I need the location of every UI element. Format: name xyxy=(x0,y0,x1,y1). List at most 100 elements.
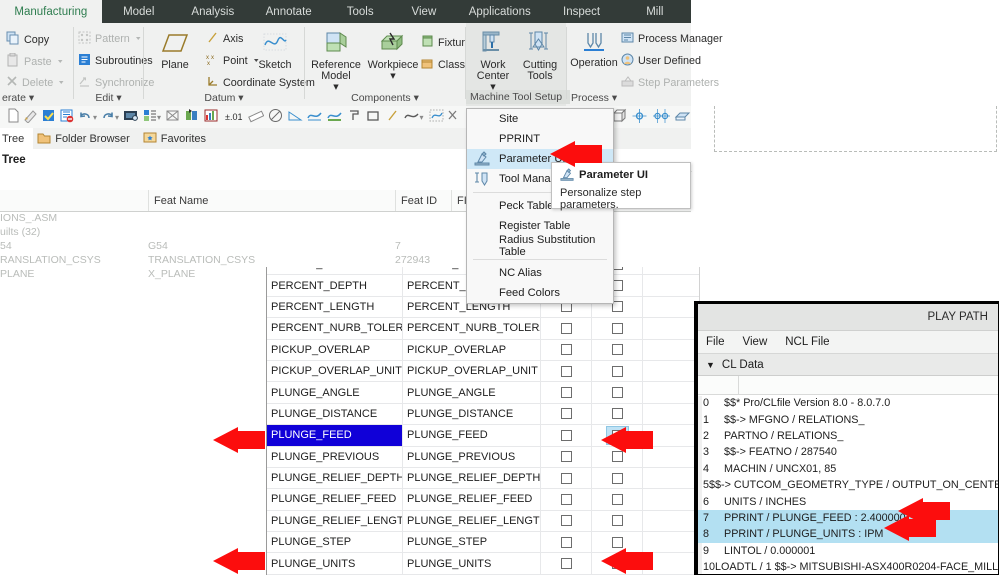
tree-col-name[interactable] xyxy=(0,190,148,211)
reference-model-button[interactable]: Reference Model ▾ xyxy=(307,29,365,93)
parameter-checkbox-cell-2[interactable] xyxy=(592,339,643,360)
deselect-icon[interactable] xyxy=(447,108,459,126)
parameter-cell-param[interactable]: PERCENT_DEPTH xyxy=(267,275,403,296)
checkbox-column-1[interactable] xyxy=(560,472,572,484)
workpiece-button[interactable]: Workpiece ▾ xyxy=(367,29,419,82)
parameter-checkbox-cell-1[interactable] xyxy=(541,318,592,339)
parameter-checkbox-cell-1[interactable] xyxy=(541,339,592,360)
thickness-icon[interactable] xyxy=(631,108,648,127)
pattern-button[interactable]: Pattern xyxy=(78,31,146,47)
curve-icon[interactable] xyxy=(306,108,323,126)
plane-button[interactable]: Plane xyxy=(148,31,202,71)
tolerance-icon[interactable]: ±.01 xyxy=(225,112,242,122)
navigator-tab-folder-browser[interactable]: Folder Browser xyxy=(33,128,139,149)
measure-icon[interactable] xyxy=(247,108,264,126)
checkbox-column-1[interactable] xyxy=(560,493,572,505)
subroutines-button[interactable]: Subroutines xyxy=(78,53,153,69)
parameter-cell-name[interactable]: PLUNGE_ANGLE xyxy=(403,382,541,403)
parameter-cell-name[interactable]: PLUNGE_RELIEF_DEPTH xyxy=(403,467,541,489)
new-file-icon[interactable] xyxy=(6,108,20,126)
cl-data-line[interactable]: 8 PPRINT / PLUNGE_UNITS : IPM xyxy=(698,526,998,543)
checkbox-column-2[interactable] xyxy=(611,344,623,356)
named-view-icon[interactable] xyxy=(184,108,200,126)
user-defined-button[interactable]: User Defined xyxy=(621,53,701,69)
parameter-row[interactable]: PLUNGE_RELIEF_FEED PLUNGE_RELIEF_FEED xyxy=(267,489,699,511)
checkbox-column-1[interactable] xyxy=(560,387,572,399)
regenerate-icon[interactable] xyxy=(41,108,56,126)
work-center-button[interactable]: Work Center ▾ xyxy=(469,29,517,93)
parameter-cell-name[interactable]: PICKUP_OVERLAP_UNIT xyxy=(403,360,541,382)
parameter-checkbox-cell-2[interactable] xyxy=(592,489,643,510)
tree-col-feat-id[interactable]: Feat ID xyxy=(395,190,451,211)
cl-data-line[interactable]: 5 $$-> CUTCOM_GEOMETRY_TYPE / OUTPUT_ON_C… xyxy=(698,477,998,493)
checkbox-column-1[interactable] xyxy=(560,558,572,570)
coordinate-system-button[interactable]: Coordinate System xyxy=(206,75,315,91)
parameter-checkbox-cell-1[interactable] xyxy=(541,446,592,467)
checkbox-column-1[interactable] xyxy=(560,536,572,548)
process-manager-button[interactable]: Process Manager xyxy=(621,31,723,47)
menu-item-site[interactable]: Site xyxy=(467,109,613,129)
cl-data-line[interactable]: 2 PARTNO / RELATIONS_ xyxy=(698,428,998,444)
parameter-cell-param[interactable]: PLUNGE_ANGLE xyxy=(267,382,403,403)
angle-icon[interactable] xyxy=(287,108,303,126)
play-path-menu-file[interactable]: File xyxy=(706,336,725,348)
parameter-cell-name[interactable]: PLUNGE_UNITS xyxy=(403,553,541,574)
parameter-cell-param[interactable]: PLUNGE_STEP xyxy=(267,532,403,553)
cl-data-line[interactable]: 9 LINTOL / 0.000001 xyxy=(698,543,998,559)
parameter-checkbox-cell-1[interactable] xyxy=(541,403,592,425)
checkbox-column-1[interactable] xyxy=(560,408,572,420)
paste-button[interactable]: Paste xyxy=(6,52,68,70)
parameter-cell-name[interactable]: PICKUP_OVERLAP xyxy=(403,339,541,360)
parameter-checkbox-cell-2[interactable] xyxy=(592,318,643,339)
parameter-cell-name[interactable]: PLUNGE_RELIEF_FEED xyxy=(403,489,541,510)
rectangle-icon[interactable] xyxy=(366,108,381,126)
cl-data-line[interactable]: 6 UNITS / INCHES xyxy=(698,493,998,509)
parameter-row[interactable]: PICKUP_OVERLAP_UNIT PICKUP_OVERLAP_UNIT xyxy=(267,360,699,383)
parameter-cell-param[interactable]: PICKUP_OVERLAP xyxy=(267,339,403,360)
chevron-down-icon[interactable]: ▾ xyxy=(420,113,424,122)
parameter-cell-param[interactable]: PLUNGE_RELIEF_FEED xyxy=(267,489,403,510)
parameter-row[interactable]: PERCENT_NURB_TOLERANCEPERCENT_NURB_TOLER… xyxy=(267,318,699,340)
parameter-cell-name[interactable]: PLUNGE_STEP xyxy=(403,532,541,553)
clip-icon[interactable] xyxy=(165,108,180,126)
play-path-menu-view[interactable]: View xyxy=(743,336,768,348)
surface-icon[interactable] xyxy=(347,108,362,126)
navigator-tab-model-tree[interactable]: Tree xyxy=(0,128,34,149)
checkbox-column-1[interactable] xyxy=(560,365,572,377)
cl-data-line[interactable]: 0 $$* Pro/CLfile Version 8.0 - 8.0.7.0 xyxy=(698,395,998,411)
parameter-cell-param[interactable]: PLUNGE_DISTANCE xyxy=(267,403,403,425)
step-parameters-button[interactable]: Step Parameters xyxy=(621,75,719,91)
ribbon-tab-inspect[interactable]: Inspect xyxy=(545,0,619,23)
checkbox-column-2[interactable] xyxy=(611,322,623,334)
checkbox-column-1[interactable] xyxy=(560,515,572,527)
checkbox-column-2[interactable] xyxy=(611,408,623,420)
cl-data-line[interactable]: 4 MACHIN / UNCX01, 85 xyxy=(698,461,998,477)
menu-item-nc-alias[interactable]: NC Alias xyxy=(467,263,613,283)
regenerate-stop-icon[interactable] xyxy=(59,108,74,126)
chevron-down-icon[interactable]: ▾ xyxy=(93,113,97,122)
spline-icon[interactable] xyxy=(403,108,420,126)
cl-data-line[interactable]: 1 $$-> MFGNO / RELATIONS_ xyxy=(698,411,998,427)
checkbox-column-2[interactable] xyxy=(611,472,623,484)
checkbox-column-1[interactable] xyxy=(560,451,572,463)
select-icon[interactable] xyxy=(429,108,445,126)
ribbon-tab-tools[interactable]: Tools xyxy=(327,0,392,23)
play-path-section-header[interactable]: ▼ CL Data xyxy=(698,354,998,376)
checkbox-column-1[interactable] xyxy=(560,344,572,356)
parameter-row[interactable]: PLUNGE_DISTANCE PLUNGE_DISTANCE xyxy=(267,403,699,426)
operation-button[interactable]: Operation xyxy=(569,31,619,69)
parameter-cell-param[interactable]: PLUNGE_UNITS xyxy=(267,553,403,574)
undo-icon[interactable] xyxy=(78,108,93,126)
menu-item-feed-colors[interactable]: Feed Colors xyxy=(467,283,613,303)
group-title-machine-tool-setup[interactable]: Machine Tool Setup ▾ xyxy=(466,90,570,117)
cutting-tools-button[interactable]: Cutting Tools xyxy=(517,29,563,82)
chevron-down-icon[interactable]: ▾ xyxy=(157,113,161,122)
play-path-menu-ncl-file[interactable]: NCL File xyxy=(785,336,829,348)
edit-icon[interactable] xyxy=(23,108,38,126)
curvature-icon[interactable] xyxy=(326,108,343,126)
parameter-checkbox-cell-1[interactable] xyxy=(541,532,592,553)
parameter-row[interactable]: PLUNGE_RELIEF_DEPTH PLUNGE_RELIEF_DEPTH xyxy=(267,467,699,490)
parameter-row[interactable]: PLUNGE_ANGLE PLUNGE_ANGLE xyxy=(267,382,699,404)
parameter-checkbox-cell-1[interactable] xyxy=(541,467,592,489)
parameter-cell-name[interactable]: PLUNGE_FEED xyxy=(403,425,541,446)
